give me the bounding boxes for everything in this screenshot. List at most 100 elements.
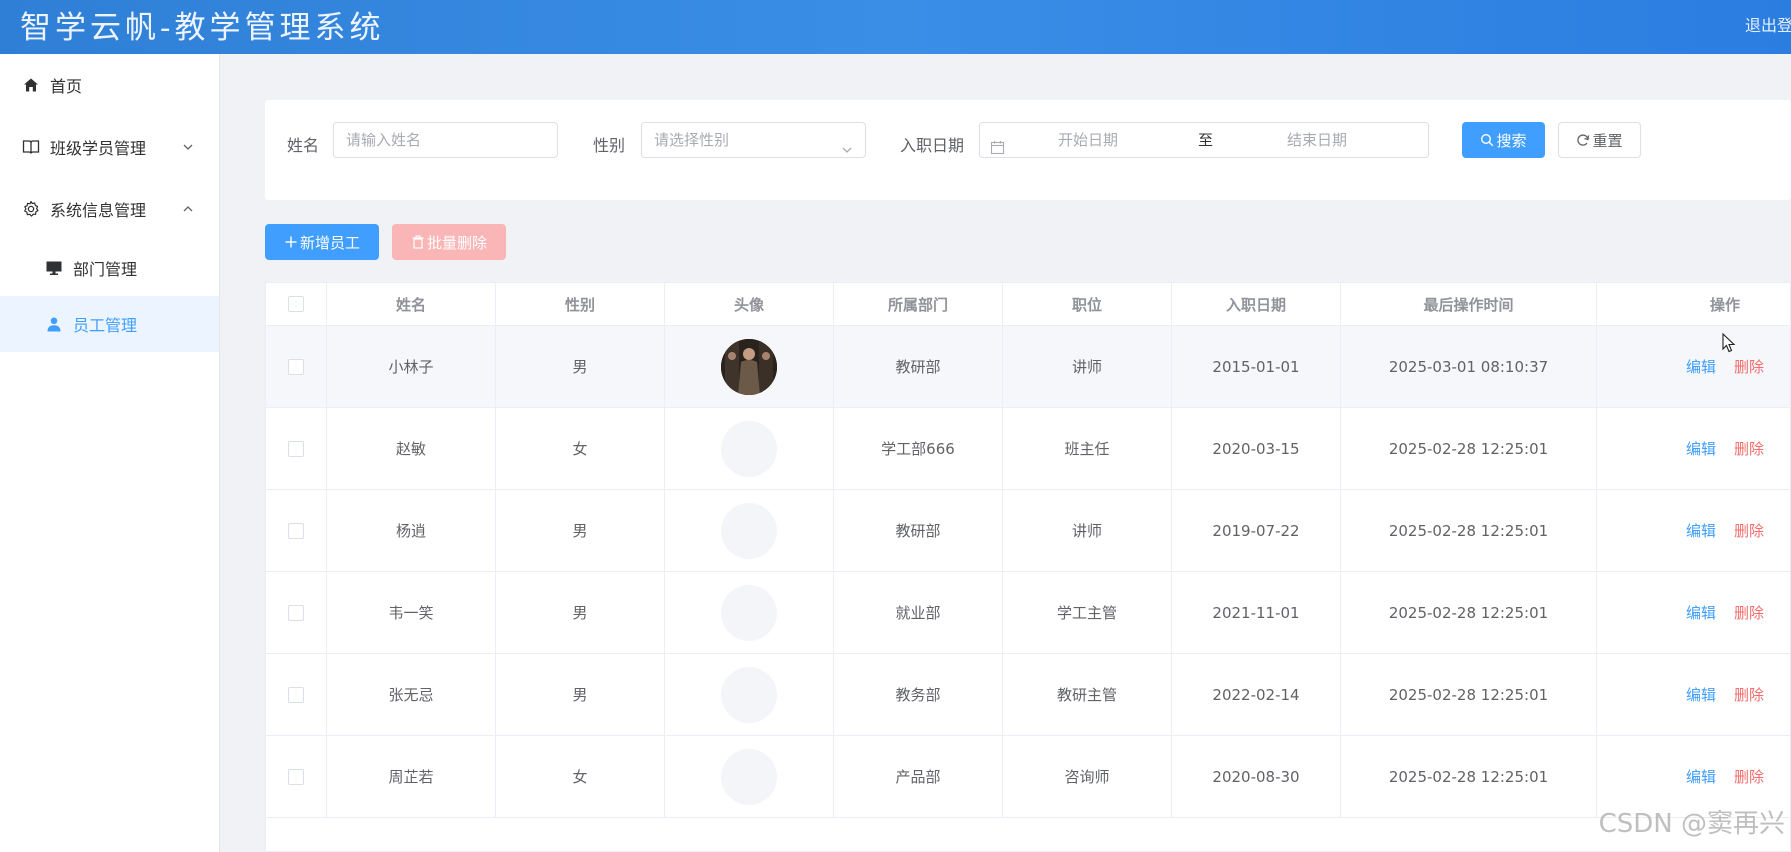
gender-select[interactable]: 请选择性别 <box>641 122 866 158</box>
entry-date-label: 入职日期 <box>900 136 965 155</box>
entry-date-range-picker[interactable]: 开始日期 至 结束日期 <box>979 122 1429 158</box>
delete-button[interactable]: 删除 <box>1734 438 1764 459</box>
edit-button[interactable]: 编辑 <box>1686 438 1716 459</box>
sidebar-item-sys-mgmt[interactable]: 系统信息管理 <box>0 178 219 240</box>
row-checkbox[interactable] <box>288 358 304 375</box>
sidebar-item-dept-mgmt[interactable]: 部门管理 <box>0 240 219 296</box>
row-select-cell <box>266 572 327 653</box>
cell-entry: 2022-02-14 <box>1172 654 1341 735</box>
cell-updated: 2025-02-28 12:25:01 <box>1341 654 1597 735</box>
cell-entry: 2015-01-01 <box>1172 326 1341 407</box>
sidebar: 首页 班级学员管理 系统信息管理 部门管理 员工管理 <box>0 54 220 852</box>
actions-cell: 编辑 删除 <box>1597 408 1790 489</box>
column-header-dept: 所属部门 <box>834 283 1003 325</box>
cell-job: 咨询师 <box>1003 736 1172 817</box>
row-select-cell <box>266 408 327 489</box>
actions-cell: 编辑 删除 <box>1597 572 1790 653</box>
cell-entry: 2020-03-15 <box>1172 408 1341 489</box>
cell-dept: 产品部 <box>834 736 1003 817</box>
name-search-input[interactable] <box>333 122 558 158</box>
table-row: 赵敏女 学工部666 班主任 2020-03-15 2025-02-28 12:25:0… <box>266 408 1790 490</box>
avatar-cell <box>665 326 834 407</box>
edit-button[interactable]: 编辑 <box>1686 766 1716 787</box>
batch-delete-button[interactable]: 批量删除 <box>392 224 506 260</box>
sidebar-item-home[interactable]: 首页 <box>0 54 219 116</box>
column-header-actions: 操作 <box>1709 295 1740 314</box>
edit-button[interactable]: 编辑 <box>1686 520 1716 541</box>
column-header-updated: 最后操作时间 <box>1341 283 1597 325</box>
date-start-input[interactable]: 开始日期 <box>1058 123 1118 157</box>
row-checkbox[interactable] <box>288 604 304 621</box>
column-header-gender: 性别 <box>496 283 665 325</box>
gender-label: 性别 <box>593 136 626 155</box>
avatar <box>721 420 777 477</box>
add-employee-button[interactable]: 新增员工 <box>265 224 379 260</box>
column-header-avatar: 头像 <box>665 283 834 325</box>
cell-name: 周芷若 <box>327 736 496 817</box>
cell-entry: 2021-11-01 <box>1172 572 1341 653</box>
chevron-down-icon <box>841 134 853 153</box>
delete-button[interactable]: 删除 <box>1734 684 1764 705</box>
reset-button[interactable]: 重置 <box>1558 122 1641 158</box>
logout-link[interactable]: 退出登 <box>1745 12 1791 36</box>
cell-dept: 教务部 <box>834 654 1003 735</box>
edit-button[interactable]: 编辑 <box>1686 684 1716 705</box>
search-button-label: 搜索 <box>1496 131 1527 150</box>
avatar <box>721 748 777 805</box>
avatar <box>721 666 777 723</box>
cell-updated: 2025-03-01 08:10:37 <box>1341 326 1597 407</box>
refresh-icon <box>1576 133 1590 147</box>
cell-dept: 教研部 <box>834 326 1003 407</box>
row-checkbox[interactable] <box>288 522 304 539</box>
avatar <box>721 338 777 395</box>
table-header: 姓名 性别 头像 所属部门 职位 入职日期 最后操作时间 操作 <box>266 283 1790 326</box>
select-all-checkbox[interactable] <box>288 296 304 312</box>
avatar <box>721 584 777 641</box>
avatar-cell <box>665 654 834 735</box>
chevron-up-icon <box>181 201 195 215</box>
delete-button[interactable]: 删除 <box>1734 356 1764 377</box>
avatar-cell <box>665 572 834 653</box>
sidebar-item-class-mgmt[interactable]: 班级学员管理 <box>0 116 219 178</box>
cell-name: 杨逍 <box>327 490 496 571</box>
edit-button[interactable]: 编辑 <box>1686 356 1716 377</box>
row-checkbox[interactable] <box>288 440 304 457</box>
cell-gender: 女 <box>496 408 665 489</box>
main-content: 姓名 性别 请选择性别 入职日期 开始日期 至 结束日期 搜索 <box>221 54 1791 852</box>
row-select-cell <box>266 736 327 817</box>
cell-name: 小林子 <box>327 326 496 407</box>
table-row: 张无忌男 教务部 教研主管 2022-02-14 2025-02-28 12:25:01… <box>266 654 1790 736</box>
actions-cell: 编辑 删除 <box>1597 654 1790 735</box>
table-row: 周芷若女 产品部 咨询师 2020-08-30 2025-02-28 12:25:01 编… <box>266 736 1790 818</box>
delete-button[interactable]: 删除 <box>1734 766 1764 787</box>
row-select-cell <box>266 326 327 407</box>
gender-select-placeholder: 请选择性别 <box>654 131 730 149</box>
gear-icon <box>22 200 40 218</box>
add-employee-label: 新增员工 <box>299 233 360 252</box>
delete-button[interactable]: 删除 <box>1734 602 1764 623</box>
avatar <box>721 502 777 559</box>
date-end-input[interactable]: 结束日期 <box>1287 123 1347 157</box>
batch-delete-label: 批量删除 <box>426 233 487 252</box>
header-select-cell <box>266 283 327 325</box>
search-button[interactable]: 搜索 <box>1462 122 1545 158</box>
cell-updated: 2025-02-28 12:25:01 <box>1341 572 1597 653</box>
delete-button[interactable]: 删除 <box>1734 520 1764 541</box>
user-icon <box>45 315 63 333</box>
sidebar-item-emp-mgmt[interactable]: 员工管理 <box>0 296 219 352</box>
column-header-entry-date: 入职日期 <box>1172 283 1341 325</box>
reset-button-label: 重置 <box>1592 131 1623 150</box>
avatar-cell <box>665 490 834 571</box>
calendar-icon <box>990 133 1005 155</box>
cell-gender: 男 <box>496 654 665 735</box>
monitor-icon <box>45 259 63 277</box>
cell-job: 班主任 <box>1003 408 1172 489</box>
row-checkbox[interactable] <box>288 686 304 703</box>
edit-button[interactable]: 编辑 <box>1686 602 1716 623</box>
cell-entry: 2020-08-30 <box>1172 736 1341 817</box>
cell-dept: 教研部 <box>834 490 1003 571</box>
row-checkbox[interactable] <box>288 768 304 785</box>
actions-cell: 编辑 删除 <box>1597 490 1790 571</box>
table-row: 韦一笑男 就业部 学工主管 2021-11-01 2025-02-28 12:25:01… <box>266 572 1790 654</box>
mouse-cursor-icon <box>1722 333 1736 353</box>
